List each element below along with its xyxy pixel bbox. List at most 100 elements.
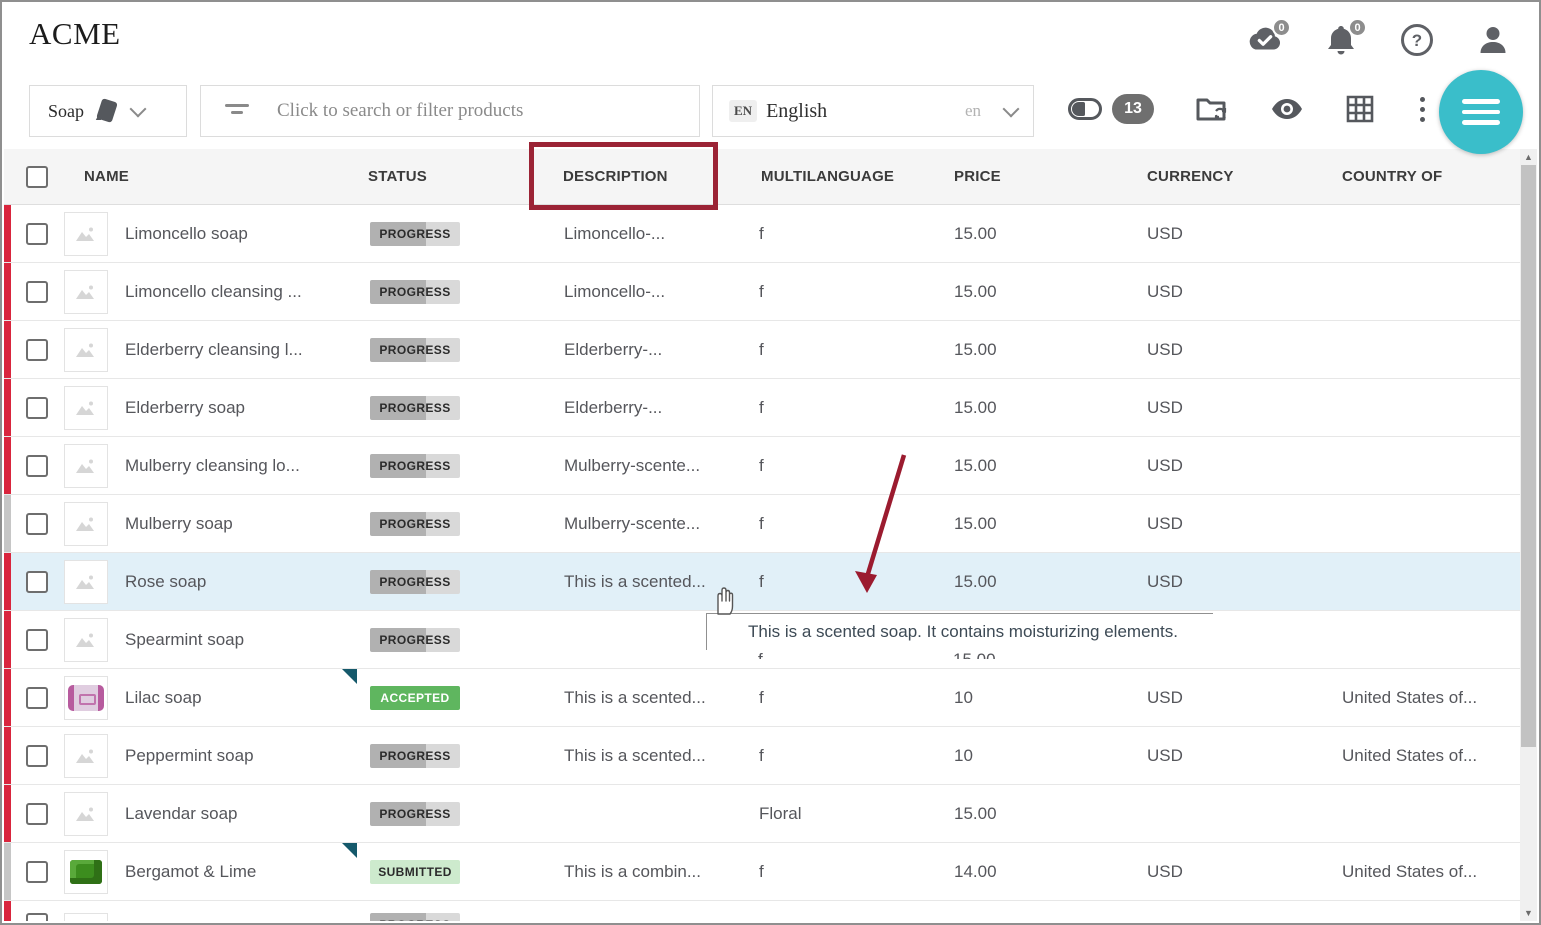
locale-selector[interactable]: EN English en xyxy=(712,85,1034,137)
product-thumbnail xyxy=(64,734,108,778)
product-description: This is a scented... xyxy=(534,688,749,708)
product-price: 10 xyxy=(939,688,1134,708)
tasks-button[interactable]: 0 xyxy=(1247,24,1283,56)
scrollbar-thumb[interactable] xyxy=(1521,165,1536,747)
table-row[interactable]: Lilac soap ACCEPTED This is a scented...… xyxy=(4,669,1524,727)
row-checkbox[interactable] xyxy=(26,913,48,921)
row-checkbox[interactable] xyxy=(26,513,48,535)
completeness-stripe xyxy=(4,205,11,262)
notifications-button[interactable]: 0 xyxy=(1323,24,1359,56)
row-checkbox[interactable] xyxy=(26,803,48,825)
column-header-status[interactable]: STATUS xyxy=(354,168,534,185)
status-badge: PROGRESS xyxy=(370,222,460,246)
product-currency: USD xyxy=(1134,398,1329,418)
product-name: Limoncello cleansing ... xyxy=(116,282,354,302)
column-header-name[interactable]: NAME xyxy=(64,168,354,185)
tooltip-text: This is a scented soap. It contains mois… xyxy=(707,614,1213,642)
view-toggle-icon[interactable] xyxy=(1068,98,1102,120)
column-header-multilanguage[interactable]: MULTILANGUAGE xyxy=(749,168,939,185)
product-price: 15.00 xyxy=(939,398,1134,418)
status-badge: PROGRESS xyxy=(370,338,460,362)
column-header-price[interactable]: PRICE xyxy=(939,168,1134,185)
row-checkbox[interactable] xyxy=(26,571,48,593)
bergamot-soap-image xyxy=(70,860,102,884)
category-selector-label: Soap xyxy=(48,101,84,122)
folder-sync-icon xyxy=(1196,95,1228,123)
filter-icon xyxy=(225,104,249,118)
table-row[interactable]: Rose soap PROGRESS This is a scented... … xyxy=(4,553,1524,611)
completeness-stripe xyxy=(4,553,11,610)
product-description: This is a scented... xyxy=(534,572,749,592)
product-description: This is a scented... xyxy=(534,746,749,766)
product-multilanguage: Floral xyxy=(749,804,939,824)
column-settings-button[interactable] xyxy=(1346,95,1374,123)
search-input[interactable]: Click to search or filter products xyxy=(200,85,700,137)
chevron-down-icon xyxy=(130,101,147,118)
product-price: 15.00 xyxy=(939,572,1134,592)
row-checkbox[interactable] xyxy=(26,861,48,883)
row-checkbox[interactable] xyxy=(26,687,48,709)
product-currency: USD xyxy=(1134,456,1329,476)
column-header-country[interactable]: COUNTRY OF xyxy=(1329,168,1524,185)
product-price: 10 xyxy=(939,746,1134,766)
column-header-description[interactable]: DESCRIPTION xyxy=(534,168,749,185)
table-row[interactable]: Mulberry cleansing lo... PROGRESS Mulber… xyxy=(4,437,1524,495)
main-menu-fab[interactable] xyxy=(1439,70,1523,154)
status-badge: ACCEPTED xyxy=(370,686,460,710)
product-thumbnail xyxy=(64,618,108,662)
row-checkbox[interactable] xyxy=(26,745,48,767)
product-price: 15.00 xyxy=(939,514,1134,534)
product-multilanguage: f xyxy=(749,862,939,882)
product-name: Mulberry soap xyxy=(116,514,354,534)
preview-button[interactable] xyxy=(1270,97,1304,121)
table-row[interactable]: Lavendar soap PROGRESS Floral 15.00 xyxy=(4,785,1524,843)
help-button[interactable]: ? xyxy=(1399,24,1435,56)
row-checkbox[interactable] xyxy=(26,397,48,419)
product-currency: USD xyxy=(1134,340,1329,360)
svg-text:?: ? xyxy=(1412,31,1422,50)
more-options-button[interactable] xyxy=(1420,97,1426,122)
folder-sync-button[interactable] xyxy=(1196,95,1228,123)
product-thumbnail xyxy=(64,328,108,372)
table-row[interactable]: Limoncello soap PROGRESS Limoncello-... … xyxy=(4,205,1524,263)
scroll-down-arrow[interactable]: ▼ xyxy=(1520,905,1537,921)
row-checkbox[interactable] xyxy=(26,455,48,477)
select-all-checkbox[interactable] xyxy=(26,166,48,188)
product-description: Mulberry-scente... xyxy=(534,514,749,534)
category-selector[interactable]: Soap ▲ xyxy=(29,85,187,137)
row-checkbox[interactable] xyxy=(26,629,48,651)
status-badge: PROGRESS xyxy=(370,396,460,420)
table-row[interactable]: Elderberry cleansing l... PROGRESS Elder… xyxy=(4,321,1524,379)
product-multilanguage: f xyxy=(749,514,939,534)
user-menu-button[interactable] xyxy=(1475,24,1511,56)
table-row[interactable]: Mulberry soap PROGRESS Mulberry-scente..… xyxy=(4,495,1524,553)
header-icons: 0 0 ? xyxy=(1247,24,1511,56)
table-row[interactable]: Elderberry soap PROGRESS Elderberry-... … xyxy=(4,379,1524,437)
product-description: Mulberry-scente... xyxy=(534,456,749,476)
product-multilanguage: f xyxy=(749,398,939,418)
column-header-currency[interactable]: CURRENCY xyxy=(1134,168,1329,185)
completeness-stripe xyxy=(4,611,11,668)
product-price: 15.00 xyxy=(939,224,1134,244)
product-multilanguage: f xyxy=(749,688,939,708)
product-multilanguage: f xyxy=(749,224,939,244)
row-checkbox[interactable] xyxy=(26,281,48,303)
product-description: This is a combin... xyxy=(534,862,749,882)
scroll-up-arrow[interactable]: ▲ xyxy=(1520,149,1537,165)
row-checkbox[interactable] xyxy=(26,223,48,245)
product-name: Peppermint soap xyxy=(116,746,354,766)
vertical-scrollbar[interactable]: ▲ ▼ xyxy=(1520,149,1537,921)
locale-code-badge: EN xyxy=(729,100,757,122)
product-price: 15.00 xyxy=(939,340,1134,360)
table-row[interactable]: Bergamot & Lime SUBMITTED This is a comb… xyxy=(4,843,1524,901)
app-window: ACME 0 0 ? xyxy=(0,0,1541,925)
product-thumbnail xyxy=(64,913,108,921)
table-row[interactable]: Peppermint soap PROGRESS This is a scent… xyxy=(4,727,1524,785)
locale-label: English xyxy=(766,100,827,123)
row-checkbox[interactable] xyxy=(26,339,48,361)
status-badge: PROGRESS xyxy=(370,454,460,478)
table-row[interactable]: Limoncello cleansing ... PROGRESS Limonc… xyxy=(4,263,1524,321)
table-row-partial[interactable]: PROGRESS xyxy=(4,901,1524,921)
completeness-stripe xyxy=(4,669,11,726)
product-multilanguage: f xyxy=(749,456,939,476)
